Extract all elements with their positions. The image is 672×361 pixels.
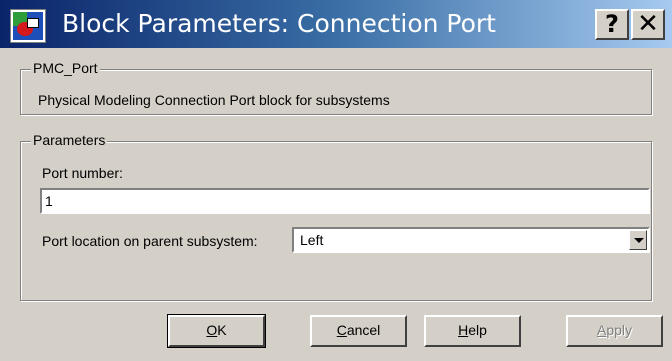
simulink-block-icon[interactable]: [10, 9, 46, 43]
help-button[interactable]: Help: [424, 315, 521, 347]
port-number-label: Port number:: [42, 165, 123, 181]
icon-white-part: [27, 18, 39, 28]
ok-button[interactable]: OK: [167, 314, 266, 348]
port-number-input[interactable]: [40, 188, 650, 214]
cancel-mnemonic: C: [336, 322, 347, 338]
close-icon[interactable]: ✕: [631, 9, 665, 40]
port-location-label: Port location on parent subsystem:: [42, 233, 258, 249]
block-description: Physical Modeling Connection Port block …: [38, 92, 390, 108]
window-title: Block Parameters: Connection Port: [62, 9, 496, 38]
help-icon[interactable]: ?: [595, 9, 629, 40]
chevron-down-icon[interactable]: [629, 230, 647, 250]
parameters-group-label: Parameters: [31, 132, 108, 148]
cancel-label-rest: ancel: [346, 322, 381, 338]
apply-label-rest: pply: [606, 322, 633, 338]
cancel-button[interactable]: Cancel: [310, 315, 407, 347]
ok-label-rest: K: [217, 322, 227, 338]
port-location-value: Left: [300, 232, 324, 248]
title-bar[interactable]: Block Parameters: Connection Port ? ✕: [0, 0, 672, 50]
ok-mnemonic: O: [206, 322, 218, 338]
apply-button[interactable]: Apply: [566, 315, 663, 347]
port-location-select[interactable]: Left: [292, 227, 650, 253]
description-group-label: PMC_Port: [31, 60, 100, 76]
help-mnemonic: H: [458, 322, 469, 338]
help-label-rest: elp: [468, 322, 487, 338]
apply-mnemonic: A: [596, 322, 607, 338]
